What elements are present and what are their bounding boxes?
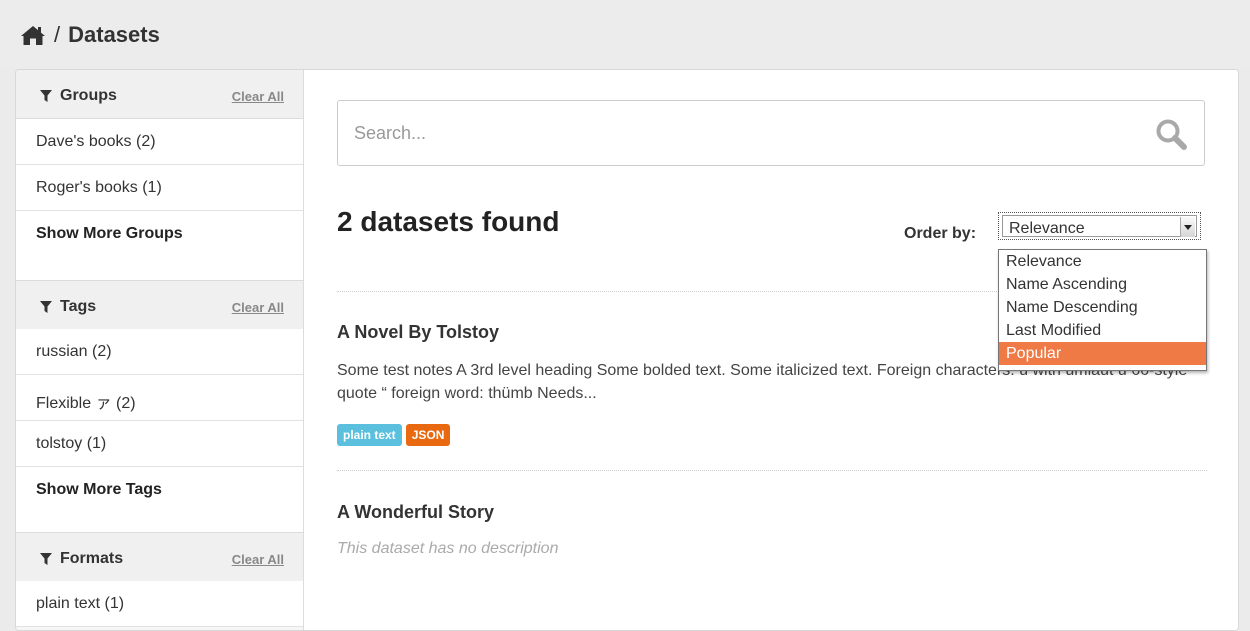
dataset-empty-description: This dataset has no description xyxy=(337,540,559,557)
show-more-tags-link[interactable]: Show More Tags xyxy=(16,467,303,512)
facet-item-label: Dave's books (2) xyxy=(36,133,156,150)
results-count-heading: 2 datasets found xyxy=(337,206,560,237)
facet-item-rogers-books[interactable]: Roger's books (1) xyxy=(16,165,303,211)
facet-item-label: Roger's books (1) xyxy=(36,179,162,196)
facet-formats-title: Formats xyxy=(40,550,123,568)
groups-clear-all-link[interactable]: Clear All xyxy=(232,89,284,104)
show-more-groups-label: Show More Groups xyxy=(36,225,183,242)
facet-tags-title: Tags xyxy=(40,298,96,316)
facet-item-label: russian (2) xyxy=(36,343,112,360)
order-by-dropdown: Relevance Name Ascending Name Descending… xyxy=(998,249,1207,371)
content-wrapper: Groups Clear All Dave's books (2) Roger'… xyxy=(15,69,1239,631)
breadcrumb-separator: / xyxy=(54,22,61,47)
order-by-label: Order by: xyxy=(904,225,977,242)
search-box xyxy=(337,100,1205,166)
search-input[interactable] xyxy=(352,117,1136,149)
facet-tags-header: Tags Clear All xyxy=(16,280,303,330)
facet-spacer xyxy=(16,512,303,534)
order-option-popular[interactable]: Popular xyxy=(999,342,1206,365)
format-badge-plain-text[interactable]: plain text xyxy=(337,424,402,446)
facet-formats-label: Formats xyxy=(60,550,124,567)
page-header: / Datasets xyxy=(0,0,1250,68)
order-option-name-ascending[interactable]: Name Ascending xyxy=(999,273,1206,296)
facet-item-flexible[interactable]: Flexible ァ (2) xyxy=(16,375,303,421)
facet-item-plain-text[interactable]: plain text (1) xyxy=(16,581,303,627)
search-icon[interactable] xyxy=(1155,118,1187,155)
breadcrumb-current[interactable]: Datasets xyxy=(68,22,160,48)
facet-sidebar: Groups Clear All Dave's books (2) Roger'… xyxy=(16,70,304,630)
dataset-title-link[interactable]: A Wonderful Story xyxy=(337,502,494,523)
format-badge-json[interactable]: JSON xyxy=(405,424,451,446)
order-by-select-field[interactable]: Relevance xyxy=(1002,215,1197,237)
facet-spacer xyxy=(16,256,303,280)
order-by-selected-value: Relevance xyxy=(1009,220,1085,237)
facet-tags-label: Tags xyxy=(60,298,97,315)
order-option-last-modified[interactable]: Last Modified xyxy=(999,319,1206,342)
order-by-select[interactable]: Relevance xyxy=(998,212,1201,240)
order-option-relevance[interactable]: Relevance xyxy=(999,250,1206,273)
facet-item-russian[interactable]: russian (2) xyxy=(16,329,303,375)
filter-icon xyxy=(40,301,52,313)
facet-groups-header: Groups Clear All xyxy=(16,70,303,119)
results-divider xyxy=(337,470,1207,471)
dataset-format-badges: plain text JSON xyxy=(337,424,451,446)
filter-icon xyxy=(40,90,52,102)
show-more-tags-label: Show More Tags xyxy=(36,481,162,498)
breadcrumb: / Datasets xyxy=(20,20,160,50)
facet-formats-header: Formats Clear All xyxy=(16,532,303,582)
facet-item-label: Flexible ァ (2) xyxy=(36,395,136,412)
dataset-title-link[interactable]: A Novel By Tolstoy xyxy=(337,322,499,343)
facet-groups-label: Groups xyxy=(60,87,117,104)
search-results-panel: 2 datasets found Order by: Relevance Rel… xyxy=(304,70,1238,630)
facet-item-label: plain text (1) xyxy=(36,595,125,612)
formats-clear-all-link[interactable]: Clear All xyxy=(232,552,284,567)
tags-clear-all-link[interactable]: Clear All xyxy=(232,300,284,315)
facet-item-daves-books[interactable]: Dave's books (2) xyxy=(16,119,303,165)
facet-groups-title: Groups xyxy=(40,87,117,105)
show-more-groups-link[interactable]: Show More Groups xyxy=(16,211,303,256)
filter-icon xyxy=(40,553,52,565)
facet-item-tolstoy[interactable]: tolstoy (1) xyxy=(16,421,303,467)
facet-item-label: tolstoy (1) xyxy=(36,435,107,452)
home-icon[interactable] xyxy=(20,24,46,46)
chevron-down-icon[interactable] xyxy=(1180,217,1195,237)
order-option-name-descending[interactable]: Name Descending xyxy=(999,296,1206,319)
